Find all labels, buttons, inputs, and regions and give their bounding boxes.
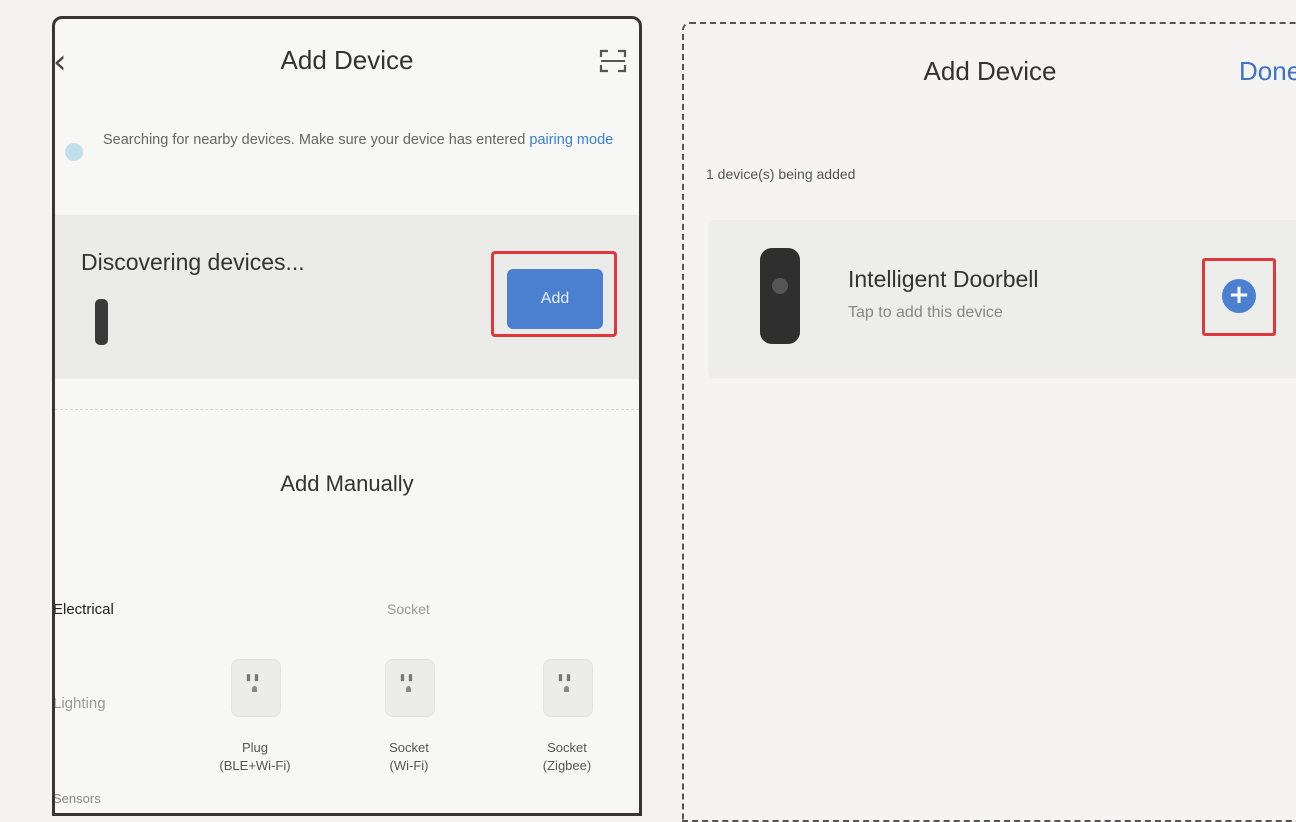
category-lighting[interactable]: Lighting: [55, 695, 106, 712]
add-manually-title: Add Manually: [280, 471, 414, 496]
product-plug-ble[interactable]: Plug (BLE+Wi-Fi): [200, 739, 310, 775]
discovering-title: Discovering devices...: [81, 249, 305, 275]
add-device-screen-left: ‹ Add Device Searching for nearby device…: [52, 16, 642, 816]
product-name: Plug: [241, 740, 269, 755]
product-socket-zigbee[interactable]: Socket (Zigbee): [512, 739, 622, 775]
product-name: Socket: [389, 740, 429, 755]
section-heading-socket: Socket: [387, 601, 430, 617]
doorbell-device-icon: [95, 299, 108, 345]
done-button[interactable]: Done: [1239, 56, 1296, 87]
search-tip: Searching for nearby devices. Make sure …: [103, 123, 623, 157]
pairing-mode-link[interactable]: pairing mode: [529, 132, 613, 148]
page-title: Add Device: [280, 45, 414, 75]
add-device-screen-right: Add Device Done 1 device(s) being added …: [682, 22, 1296, 822]
highlight-box: [491, 251, 617, 337]
product-variant: (Wi-Fi): [389, 758, 429, 773]
socket-icon[interactable]: ▮▮: [385, 659, 435, 717]
highlight-box: [1202, 258, 1276, 336]
page-title: Add Device: [923, 56, 1057, 86]
search-tip-text: Searching for nearby devices. Make sure …: [103, 132, 530, 148]
product-name: Socket: [547, 740, 587, 755]
device-hint: Tap to add this device: [848, 304, 1003, 321]
devices-being-added-status: 1 device(s) being added: [706, 166, 856, 182]
product-variant: (Zigbee): [542, 758, 592, 773]
doorbell-icon: [760, 248, 800, 344]
searching-icon: [65, 143, 83, 161]
divider: [55, 409, 639, 410]
socket-icon[interactable]: ▮▮: [231, 659, 281, 717]
product-variant: (BLE+Wi-Fi): [219, 758, 291, 773]
device-name: Intelligent Doorbell: [848, 266, 1039, 292]
category-electrical[interactable]: Electrical: [55, 601, 114, 618]
socket-icon[interactable]: ▮▮: [543, 659, 593, 717]
scan-icon[interactable]: [599, 49, 627, 73]
product-socket-wifi[interactable]: Socket (Wi-Fi): [354, 739, 464, 775]
